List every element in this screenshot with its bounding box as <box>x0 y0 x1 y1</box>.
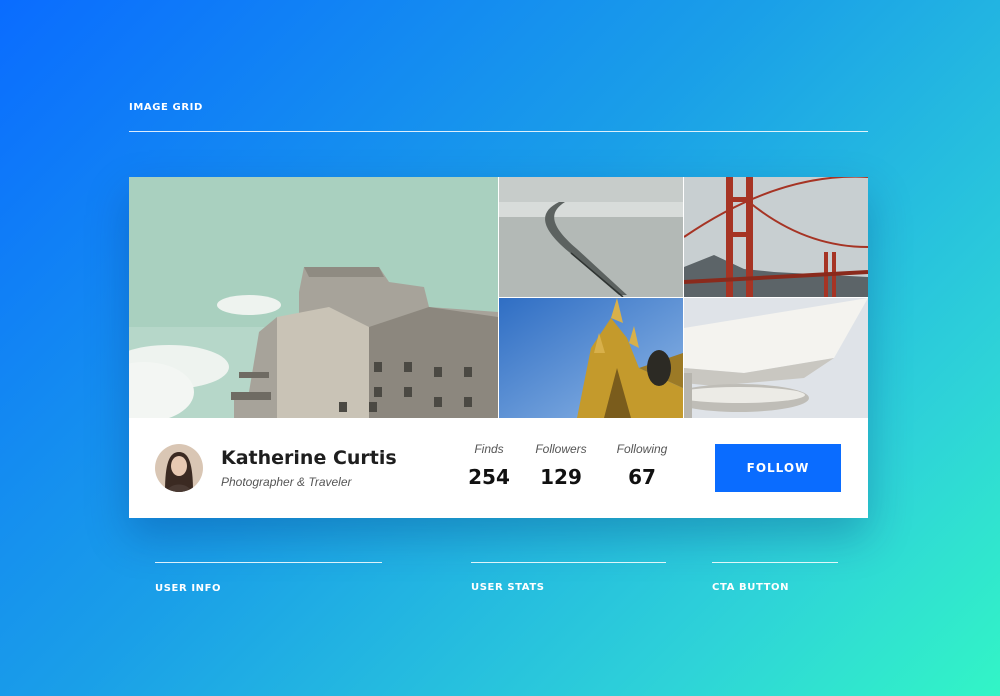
user-info-divider <box>155 562 382 563</box>
user-stats-label: USER STATS <box>471 582 545 593</box>
stat-value: 129 <box>540 465 582 489</box>
profile-card: Katherine Curtis Photographer & Traveler… <box>129 177 868 518</box>
stat-followers: Followers 129 <box>521 442 601 489</box>
follow-button[interactable]: FOLLOW <box>715 444 841 492</box>
stat-label: Following <box>616 442 668 456</box>
cta-button-divider <box>712 562 838 563</box>
stat-value: 67 <box>628 465 656 489</box>
stat-value: 254 <box>468 465 510 489</box>
user-name: Katherine Curtis <box>221 447 397 469</box>
image-grid-divider <box>129 131 868 132</box>
image-grid-label: IMAGE GRID <box>129 102 203 113</box>
stat-finds: Finds 254 <box>449 442 529 489</box>
image-grid <box>129 177 868 418</box>
golden-gate-bridge-photo[interactable] <box>684 177 868 297</box>
modern-architecture-photo[interactable] <box>684 298 868 418</box>
stat-label: Followers <box>535 442 587 456</box>
avatar[interactable] <box>155 444 203 492</box>
concrete-building-photo[interactable] <box>129 177 498 418</box>
stat-label: Finds <box>474 442 504 456</box>
user-subtitle: Photographer & Traveler <box>221 475 352 489</box>
user-stats-divider <box>471 562 666 563</box>
long-bridge-photo[interactable] <box>499 177 683 297</box>
stat-following: Following 67 <box>602 442 682 489</box>
cta-button-label: CTA BUTTON <box>712 582 790 593</box>
gothic-cathedral-photo[interactable] <box>499 298 683 418</box>
user-info-label: USER INFO <box>155 583 222 594</box>
